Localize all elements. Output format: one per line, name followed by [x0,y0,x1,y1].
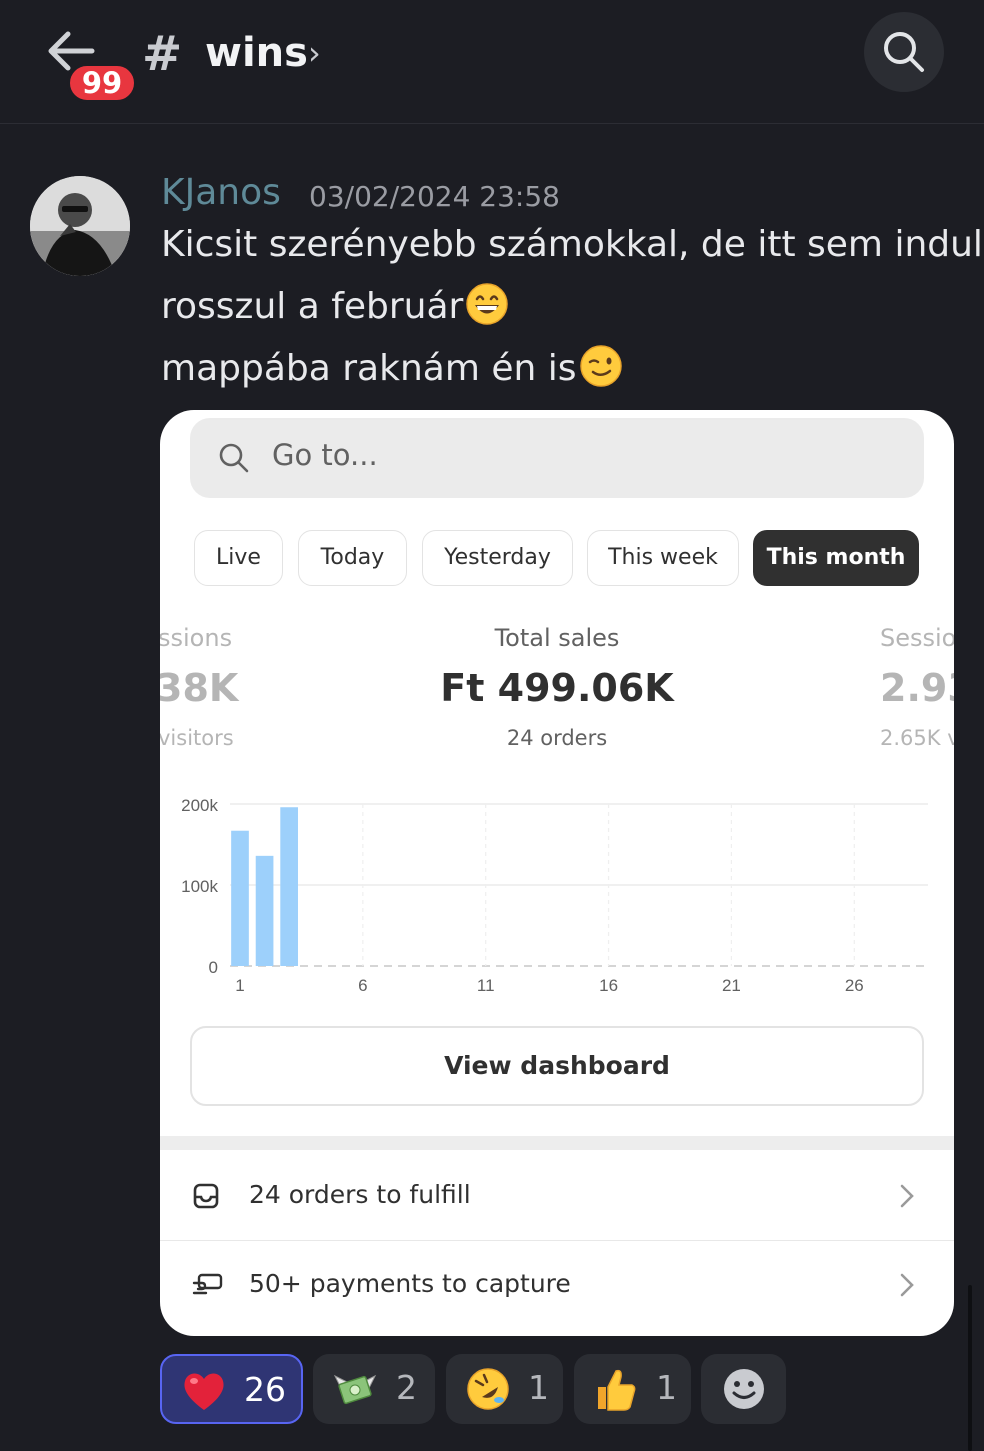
y-tick-label: 0 [209,958,218,977]
sales-bar-chart: 200k100k01 6 11 16 21 26 [181,796,928,995]
filter-today[interactable]: Today [298,530,407,586]
filter-this-month[interactable]: This month [753,530,919,586]
channel-header: 99 # wins › [0,0,984,124]
search-button[interactable] [864,12,944,92]
search-input[interactable]: Go to... [190,418,924,498]
avatar[interactable] [30,176,130,276]
reaction-thumbs-count: 1 [656,1368,677,1407]
reaction-heart-count: 26 [244,1370,286,1409]
task-payments-label: 50+ payments to capture [249,1269,571,1298]
channel-chevron-icon[interactable]: › [308,34,321,72]
message-text-2: rosszul a február [161,286,464,327]
task-row-orders[interactable]: 24 orders to fulfill [160,1152,954,1240]
chevron-right-icon [900,1184,914,1208]
message-author[interactable]: KJanos [161,172,281,213]
message-line-1: Kicsit szerényebb számokkal, de itt sem … [161,224,983,265]
filter-this-week[interactable]: This week [587,530,739,586]
image-attachment[interactable]: Go to... Live Today Yesterday This week … [160,410,954,1336]
x-tick-label: 1 [235,976,244,995]
total-sales-label: Total sales [494,624,620,652]
sessions-right-label: Sessio [880,624,954,652]
reaction-rofl[interactable]: 1 [446,1354,563,1424]
sessions-right-sub: 2.65K v [880,726,954,750]
inbox-icon [193,1183,219,1209]
message-text-1: Kicsit szerényebb számokkal, de itt sem … [161,224,983,265]
reaction-thumbs-up[interactable]: 1 [574,1354,691,1424]
total-sales-value: Ft 499.06K [440,666,674,710]
y-tick-label: 100k [181,877,218,896]
reaction-money[interactable]: 2 [313,1354,435,1424]
avatar-photo [30,176,130,276]
reaction-rofl-count: 1 [528,1368,549,1407]
task-row-payments[interactable]: 50+ payments to capture [160,1241,954,1329]
rofl-emoji-icon [467,1368,509,1410]
channel-name[interactable]: wins [205,30,308,76]
message-timestamp: 03/02/2024 23:58 [309,180,560,213]
message-text-3: mappába raknám én is [161,348,577,389]
x-tick-label: 11 [477,976,495,995]
search-icon [219,443,249,473]
chart-bar [255,855,274,966]
channel-hash-icon: # [142,26,183,82]
reaction-heart[interactable]: 26 [160,1354,303,1424]
x-tick-label: 21 [722,976,741,995]
filter-yesterday[interactable]: Yesterday [422,530,573,586]
chart-bar [231,830,249,966]
section-divider [160,1136,954,1150]
task-orders-label: 24 orders to fulfill [249,1180,471,1209]
x-tick-label: 26 [845,976,864,995]
total-sales-orders: 24 orders [506,726,608,750]
message-line-3: mappába raknám én is [161,345,623,389]
money-with-wings-emoji-icon [333,1374,377,1405]
filter-live[interactable]: Live [194,530,283,586]
thumbs-up-emoji-icon [598,1369,636,1411]
winking-emoji-icon [579,345,622,387]
chevron-right-icon [900,1273,914,1297]
payment-icon [192,1273,223,1295]
y-tick-label: 200k [181,796,218,815]
add-reaction-icon [724,1369,764,1409]
x-tick-label: 6 [358,976,367,995]
search-icon [884,32,924,72]
grinning-emoji-icon [466,283,509,325]
search-placeholder: Go to... [272,438,378,472]
add-reaction-button[interactable] [701,1354,786,1424]
scrollbar[interactable] [968,1285,972,1451]
heart-emoji-icon [184,1373,224,1410]
reaction-money-count: 2 [396,1368,417,1407]
x-tick-label: 16 [599,976,618,995]
unread-badge: 99 [67,63,137,103]
message-line-2: rosszul a február [161,283,509,327]
sessions-right-value: 2.93 [880,666,954,710]
view-dashboard-button[interactable]: View dashboard [190,1026,924,1106]
chart-bar [280,807,298,966]
